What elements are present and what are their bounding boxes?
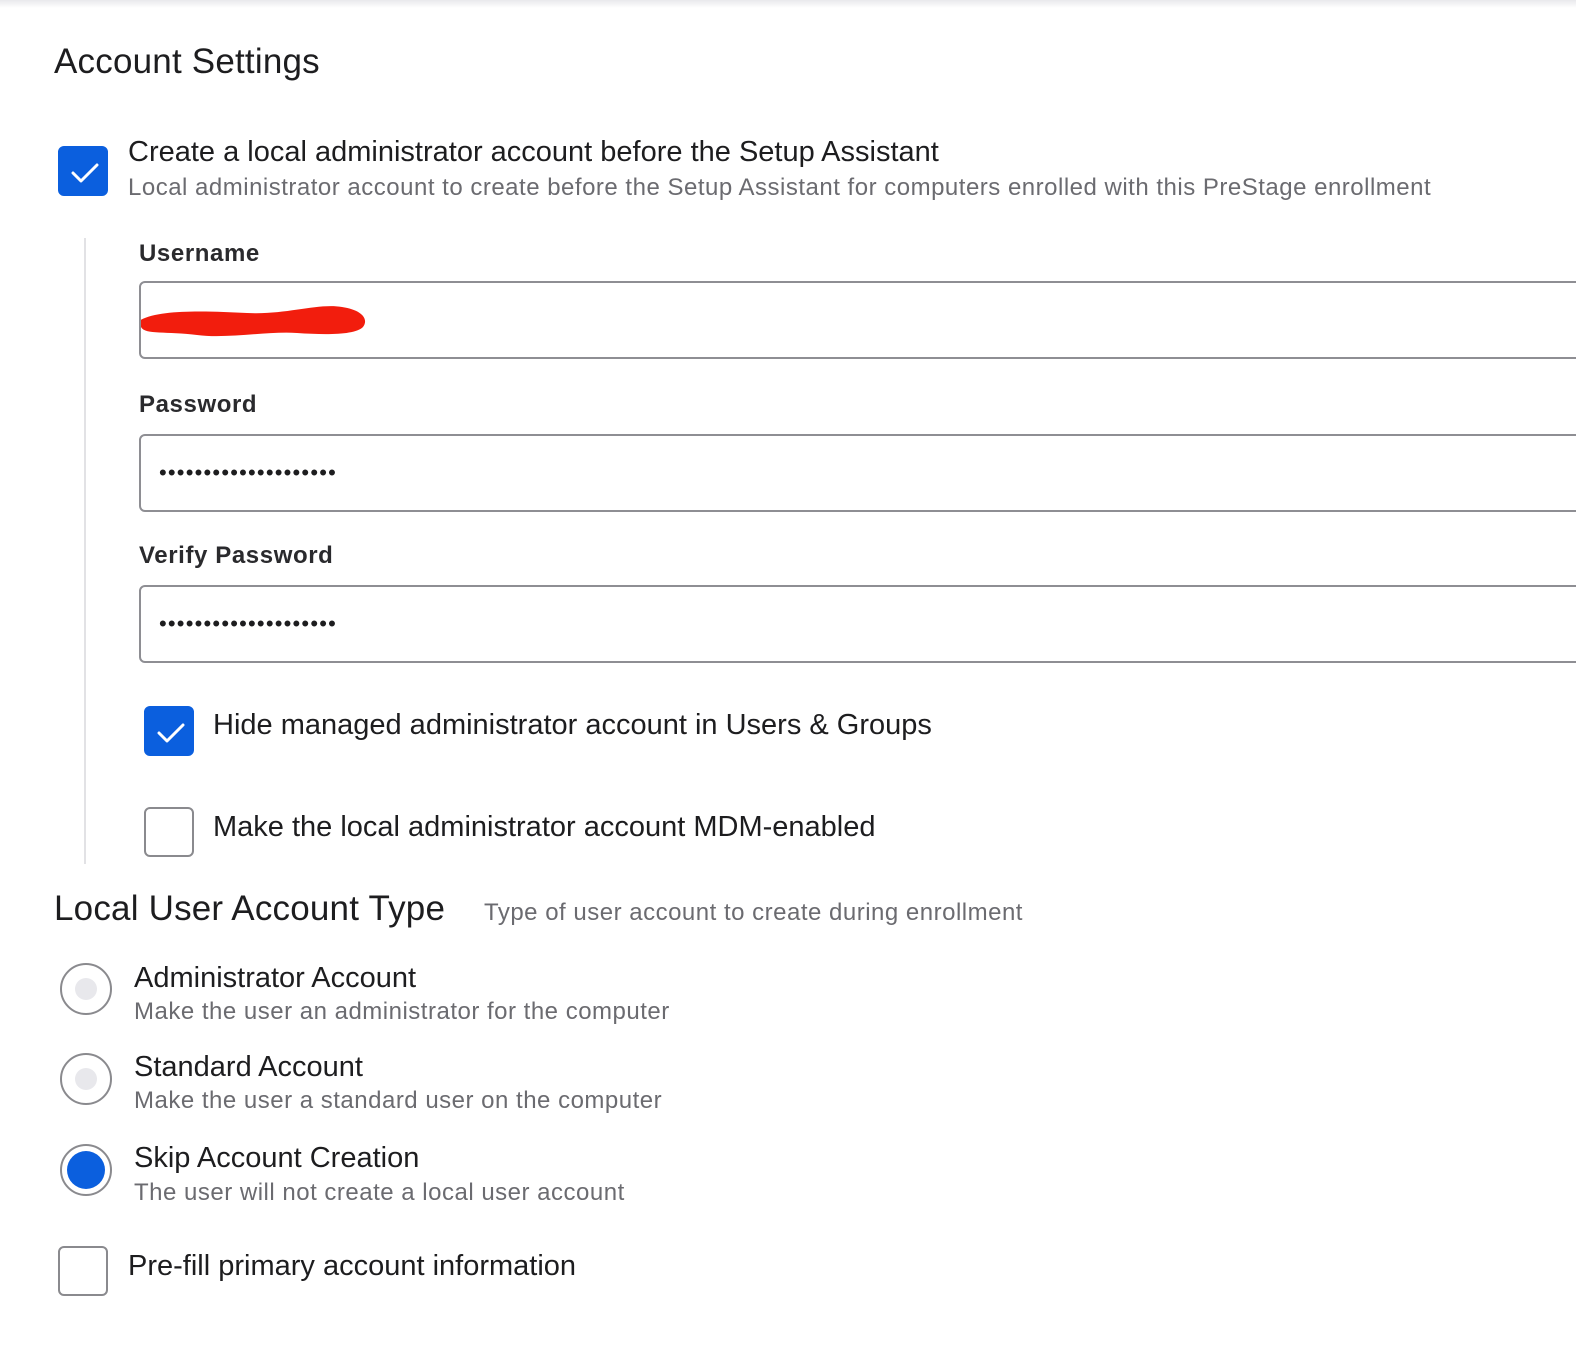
create-admin-description: Local administrator account to create be…	[128, 174, 1432, 201]
section-title-account-settings: Account Settings	[54, 42, 320, 81]
radio-skip-account-creation[interactable]	[60, 1144, 112, 1196]
password-label: Password	[139, 391, 258, 418]
verify-password-value: ••••••••••••••••••••	[159, 611, 338, 636]
administrator-account-description: Make the user an administrator for the c…	[134, 998, 670, 1025]
checkmark-icon	[157, 723, 185, 743]
checkmark-icon	[71, 163, 99, 183]
verify-password-field[interactable]: ••••••••••••••••••••	[139, 585, 1576, 663]
radio-dot	[75, 1068, 97, 1090]
username-field[interactable]	[139, 281, 1576, 359]
standard-account-description: Make the user a standard user on the com…	[134, 1087, 663, 1114]
username-label: Username	[139, 240, 260, 267]
mdm-enabled-label: Make the local administrator account MDM…	[213, 811, 876, 843]
verify-password-label: Verify Password	[139, 542, 334, 569]
password-field[interactable]: ••••••••••••••••••••	[139, 434, 1576, 512]
section-title-local-user-account-type: Local User Account Type	[54, 889, 446, 928]
skip-account-creation-label: Skip Account Creation	[134, 1142, 420, 1174]
indent-divider	[84, 238, 86, 864]
local-user-account-type-description: Type of user account to create during en…	[484, 899, 1023, 926]
mdm-enabled-checkbox[interactable]	[144, 807, 194, 857]
create-admin-checkbox[interactable]	[58, 146, 108, 196]
skip-account-creation-description: The user will not create a local user ac…	[134, 1179, 625, 1206]
redaction-scribble	[141, 306, 366, 337]
radio-standard-account[interactable]	[60, 1053, 112, 1105]
prefill-label: Pre-fill primary account information	[128, 1250, 577, 1282]
create-admin-label: Create a local administrator account bef…	[128, 136, 939, 168]
password-value: ••••••••••••••••••••	[159, 460, 338, 485]
standard-account-label: Standard Account	[134, 1051, 363, 1083]
prefill-checkbox[interactable]	[58, 1246, 108, 1296]
hide-admin-checkbox[interactable]	[144, 706, 194, 756]
radio-administrator-account[interactable]	[60, 963, 112, 1015]
top-edge-shadow	[0, 0, 1576, 8]
radio-dot-selected	[67, 1151, 105, 1189]
administrator-account-label: Administrator Account	[134, 962, 417, 994]
radio-dot	[75, 978, 97, 1000]
hide-admin-label: Hide managed administrator account in Us…	[213, 709, 932, 741]
